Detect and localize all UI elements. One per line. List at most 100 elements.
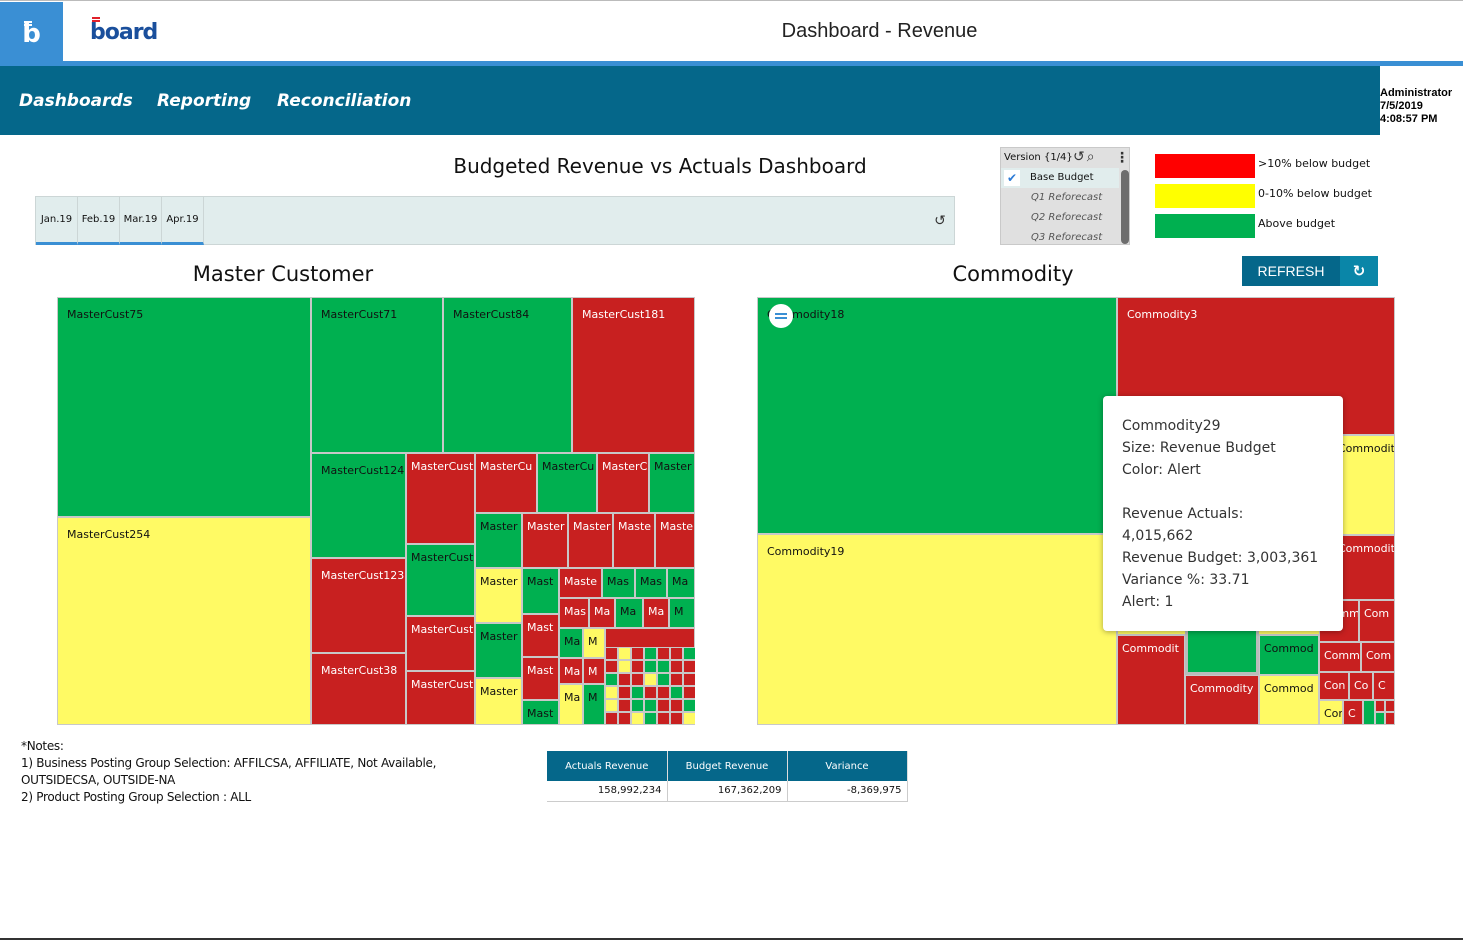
treemap-cell[interactable]: Com — [1359, 600, 1395, 642]
version-option-base-budget[interactable]: ✔ Base Budget — [1001, 168, 1119, 188]
treemap-cell[interactable] — [670, 712, 683, 725]
treemap-cell[interactable]: Commodity — [1185, 675, 1259, 725]
treemap-cell[interactable] — [631, 686, 644, 699]
treemap-cell[interactable]: Ma — [559, 658, 583, 684]
treemap-options-button[interactable] — [769, 304, 793, 328]
treemap-cell[interactable] — [631, 699, 644, 712]
treemap-cell[interactable] — [1385, 700, 1395, 712]
treemap-cell[interactable]: Mast — [522, 614, 559, 657]
treemap-cell[interactable]: Master — [649, 453, 695, 513]
treemap-cell[interactable] — [670, 647, 683, 660]
treemap-cell[interactable] — [618, 686, 631, 699]
treemap-cell[interactable] — [1385, 712, 1395, 725]
treemap-cell[interactable]: Ma — [589, 598, 615, 628]
version-option-q3[interactable]: Q3 Reforecast — [1001, 228, 1119, 244]
treemap-cell[interactable] — [670, 686, 683, 699]
treemap-cell[interactable] — [683, 660, 695, 673]
treemap-cell[interactable]: Mas — [635, 568, 667, 598]
treemap-cell[interactable]: Comm — [1319, 642, 1361, 672]
treemap-cell[interactable] — [644, 647, 657, 660]
treemap-cell[interactable]: MasterCust124 — [311, 453, 406, 558]
treemap-cell[interactable] — [631, 647, 644, 660]
treemap-cell[interactable] — [657, 699, 670, 712]
treemap-cell[interactable]: MasterCust — [406, 616, 475, 671]
treemap-cell[interactable] — [618, 699, 631, 712]
treemap-cell[interactable]: Con — [1319, 700, 1343, 725]
treemap-cell[interactable]: Commodity18 — [757, 297, 1117, 534]
reset-icon[interactable]: ↺ — [932, 213, 948, 229]
treemap-cell[interactable]: Master — [475, 568, 522, 623]
treemap-cell[interactable] — [618, 647, 631, 660]
treemap-cell[interactable]: Ma — [559, 684, 583, 725]
treemap-cell[interactable] — [683, 673, 695, 686]
treemap-cell[interactable]: Mast — [522, 568, 559, 614]
treemap-cell[interactable]: MasterCust254 — [57, 517, 311, 725]
treemap-cell[interactable] — [644, 712, 657, 725]
treemap-cell[interactable] — [631, 660, 644, 673]
treemap-cell[interactable]: Maste — [559, 568, 602, 598]
version-option-q1[interactable]: Q1 Reforecast — [1001, 188, 1119, 208]
treemap-cell[interactable]: MasterCust — [406, 453, 475, 544]
treemap-cell[interactable]: Master — [522, 513, 568, 568]
nav-reconciliation[interactable]: Reconciliation — [277, 91, 411, 111]
refresh-button[interactable]: REFRESH ↻ — [1242, 256, 1378, 286]
treemap-cell[interactable] — [657, 712, 670, 725]
treemap-cell[interactable] — [631, 712, 644, 725]
treemap-cell[interactable]: M — [583, 684, 605, 725]
treemap-cell[interactable] — [657, 660, 670, 673]
treemap-cell[interactable]: C — [1373, 672, 1395, 700]
treemap-cell[interactable]: MasterCu — [537, 453, 597, 513]
treemap-cell[interactable] — [657, 686, 670, 699]
treemap-cell[interactable]: Mas — [602, 568, 635, 598]
treemap-cell[interactable]: MasterCust71 — [311, 297, 443, 453]
treemap-cell[interactable]: MasterCu — [475, 453, 537, 513]
treemap-cell[interactable] — [644, 699, 657, 712]
period-tab-feb[interactable]: Feb.19 — [78, 197, 120, 245]
treemap-cell[interactable]: Master — [568, 513, 613, 568]
treemap-cell[interactable]: M — [583, 658, 605, 684]
version-scrollbar[interactable] — [1121, 170, 1129, 244]
treemap-cell[interactable] — [605, 647, 618, 660]
treemap-cell[interactable]: MasterCust — [406, 671, 475, 725]
version-search-icon[interactable]: ⌕ — [1087, 149, 1095, 165]
treemap-cell[interactable] — [605, 660, 618, 673]
treemap-cell[interactable] — [670, 660, 683, 673]
version-menu-icon[interactable]: ⋮ — [1115, 150, 1129, 166]
version-reset-icon[interactable]: ↺ — [1073, 149, 1085, 165]
treemap-cell[interactable]: Maste — [655, 513, 695, 568]
period-tab-jan[interactable]: Jan.19 — [36, 197, 78, 245]
treemap-cell[interactable]: Commod — [1259, 635, 1319, 675]
treemap-cell[interactable]: Ma — [667, 568, 695, 598]
period-tab-apr[interactable]: Apr.19 — [162, 197, 204, 245]
treemap-cell[interactable] — [631, 673, 644, 686]
nav-reporting[interactable]: Reporting — [157, 91, 251, 111]
treemap-cell[interactable] — [1363, 700, 1375, 725]
treemap-cell[interactable] — [683, 686, 695, 699]
treemap-cell[interactable] — [670, 673, 683, 686]
treemap-cell[interactable]: MasterCust38 — [311, 653, 406, 725]
treemap-cell[interactable]: Master — [475, 513, 522, 568]
treemap-cell[interactable]: Master — [475, 623, 522, 678]
nav-dashboards[interactable]: Dashboards — [19, 91, 133, 111]
treemap-cell[interactable]: Maste — [613, 513, 655, 568]
treemap-cell[interactable] — [644, 686, 657, 699]
treemap-cell[interactable]: Ma — [643, 598, 669, 628]
treemap-cell[interactable] — [683, 647, 695, 660]
treemap-cell[interactable] — [644, 660, 657, 673]
period-tab-mar[interactable]: Mar.19 — [120, 197, 162, 245]
treemap-cell[interactable]: Commod — [1259, 675, 1319, 725]
treemap-cell[interactable]: MasterCust — [406, 544, 475, 616]
treemap-cell[interactable]: MasterCust84 — [443, 297, 572, 453]
treemap-cell[interactable]: Con — [1319, 672, 1349, 700]
treemap-cell[interactable]: Ma — [615, 598, 643, 628]
treemap-cell[interactable]: M — [669, 598, 695, 628]
treemap-cell[interactable]: MasterCust123 — [311, 558, 406, 653]
treemap-cell[interactable]: MasterC — [597, 453, 649, 513]
treemap-cell[interactable]: MasterCust75 — [57, 297, 311, 517]
treemap-cell[interactable] — [605, 686, 618, 699]
treemap-cell[interactable]: Ma — [559, 628, 583, 658]
treemap-cell[interactable]: C — [1343, 700, 1363, 725]
treemap-cell[interactable] — [683, 712, 695, 725]
treemap-cell[interactable] — [670, 699, 683, 712]
treemap-cell[interactable] — [618, 673, 631, 686]
